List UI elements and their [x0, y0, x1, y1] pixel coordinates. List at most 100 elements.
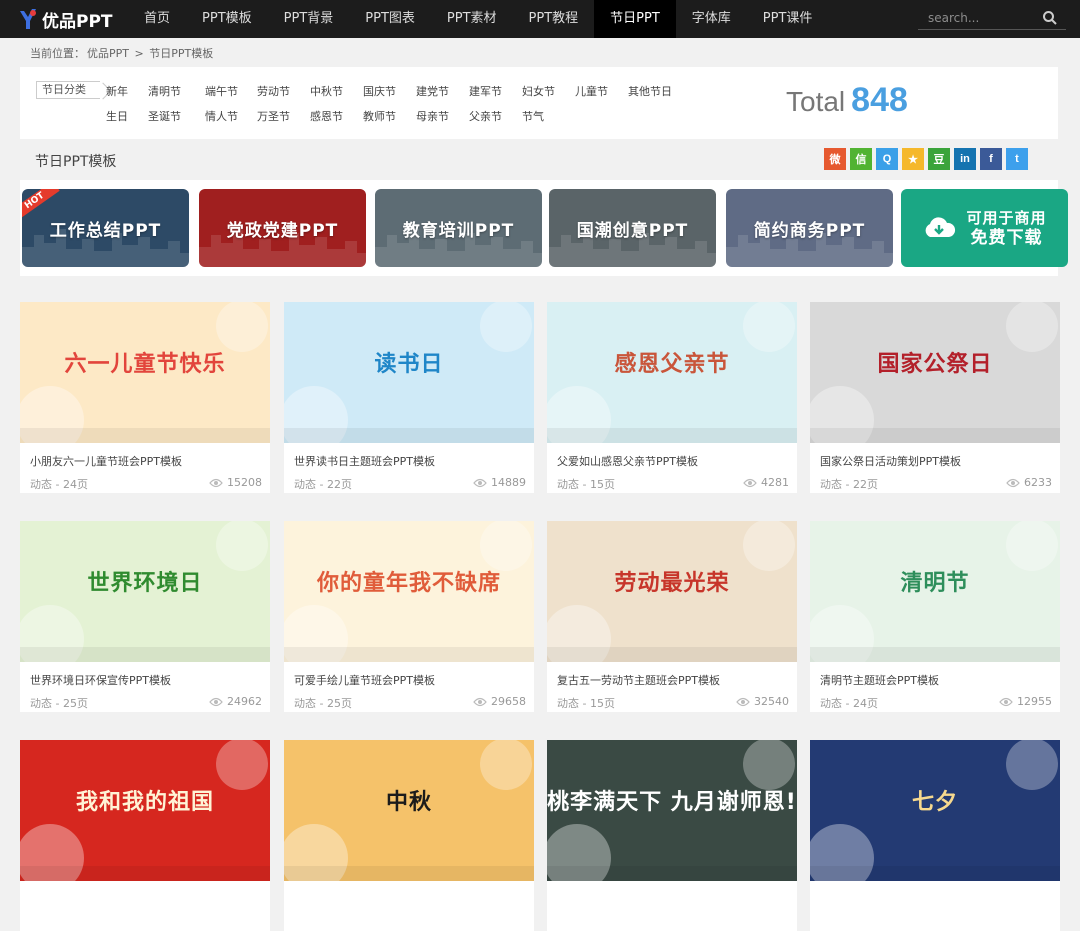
category-link[interactable]: 端午节 — [205, 83, 257, 99]
category-banner[interactable]: 国潮创意PPT — [549, 189, 716, 267]
category-link[interactable]: 节气 — [522, 108, 575, 124]
banner-label: 教育培训PPT — [402, 220, 515, 241]
qq-icon[interactable]: Q — [876, 148, 898, 170]
twitter-icon[interactable]: t — [1006, 148, 1028, 170]
template-title[interactable]: 可爱手绘儿童节班会PPT模板 — [294, 672, 435, 688]
template-title[interactable]: 世界环境日环保宣传PPT模板 — [30, 672, 171, 688]
category-link[interactable]: 万圣节 — [257, 108, 310, 124]
eye-icon — [209, 697, 223, 706]
template-meta: 动态 - 22页 — [294, 478, 352, 491]
template-meta: 动态 - 24页 — [30, 478, 88, 491]
template-thumbnail[interactable]: 我和我的祖国 — [20, 740, 270, 881]
category-link[interactable]: 建军节 — [469, 83, 522, 99]
template-thumbnail[interactable]: 清明节 — [810, 521, 1060, 662]
view-count-value: 6233 — [1024, 476, 1052, 489]
nav-item[interactable]: PPT课件 — [747, 0, 829, 38]
banner-label: 党政党建PPT — [226, 220, 339, 241]
view-count-value: 4281 — [761, 476, 789, 489]
view-count: 12955 — [999, 695, 1052, 708]
template-title[interactable]: 复古五一劳动节主题班会PPT模板 — [557, 672, 720, 688]
template-thumbnail[interactable]: 中秋 — [284, 740, 534, 881]
template-card[interactable]: 七夕 — [810, 740, 1060, 931]
category-banner[interactable]: 党政党建PPT — [199, 189, 366, 267]
template-thumbnail[interactable]: 六一儿童节快乐 — [20, 302, 270, 443]
template-title[interactable]: 国家公祭日活动策划PPT模板 — [820, 453, 961, 469]
template-meta: 动态 - 15页 — [557, 697, 615, 710]
template-card[interactable]: 劳动最光荣 复古五一劳动节主题班会PPT模板 动态 - 15页 32540 — [547, 521, 797, 712]
total-label: Total — [786, 86, 846, 117]
thumbnail-title: 感恩父亲节 — [614, 352, 730, 377]
category-link[interactable]: 母亲节 — [416, 108, 469, 124]
weibo-icon[interactable]: 微 — [824, 148, 846, 170]
template-card[interactable]: 国家公祭日 国家公祭日活动策划PPT模板 动态 - 22页 6233 — [810, 302, 1060, 493]
template-card[interactable]: 你的童年我不缺席 可爱手绘儿童节班会PPT模板 动态 - 25页 29658 — [284, 521, 534, 712]
category-link[interactable]: 生日 — [106, 108, 148, 124]
category-link[interactable]: 教师节 — [363, 108, 416, 124]
nav-item[interactable]: 节日PPT — [594, 0, 676, 38]
category-link[interactable]: 劳动节 — [257, 83, 310, 99]
nav-item[interactable]: 字体库 — [676, 0, 747, 38]
category-link[interactable]: 中秋节 — [310, 83, 363, 99]
nav-item[interactable]: PPT背景 — [268, 0, 350, 38]
view-count-value: 29658 — [491, 695, 526, 708]
category-banner[interactable]: 可用于商用 免费下载 — [901, 189, 1068, 267]
template-thumbnail[interactable]: 世界环境日 — [20, 521, 270, 662]
category-link[interactable]: 其他节日 — [628, 83, 681, 99]
search-input[interactable] — [918, 10, 1036, 25]
template-thumbnail[interactable]: 你的童年我不缺席 — [284, 521, 534, 662]
template-thumbnail[interactable]: 国家公祭日 — [810, 302, 1060, 443]
breadcrumb-home-link[interactable]: 优品PPT — [87, 47, 129, 60]
view-count: 24962 — [209, 695, 262, 708]
template-thumbnail[interactable]: 读书日 — [284, 302, 534, 443]
template-thumbnail[interactable]: 感恩父亲节 — [547, 302, 797, 443]
template-card[interactable]: 清明节 清明节主题班会PPT模板 动态 - 24页 12955 — [810, 521, 1060, 712]
category-link[interactable]: 情人节 — [205, 108, 257, 124]
category-banner[interactable]: 简约商务PPT — [726, 189, 893, 267]
search-icon[interactable] — [1042, 10, 1058, 26]
category-link[interactable]: 妇女节 — [522, 83, 575, 99]
category-link[interactable]: 建党节 — [416, 83, 469, 99]
template-card[interactable]: 中秋 — [284, 740, 534, 931]
category-link[interactable]: 圣诞节 — [148, 108, 205, 124]
total-count: Total 848 — [786, 81, 908, 120]
template-card[interactable]: 读书日 世界读书日主题班会PPT模板 动态 - 22页 14889 — [284, 302, 534, 493]
site-logo[interactable]: 优品PPT — [0, 0, 128, 38]
search-box — [918, 6, 1066, 30]
nav-item[interactable]: 首页 — [128, 0, 186, 38]
template-card[interactable]: 感恩父亲节 父爱如山感恩父亲节PPT模板 动态 - 15页 4281 — [547, 302, 797, 493]
template-title[interactable]: 父爱如山感恩父亲节PPT模板 — [557, 453, 698, 469]
category-link[interactable]: 父亲节 — [469, 108, 522, 124]
breadcrumb-prefix: 当前位置： — [30, 47, 85, 60]
eye-icon — [209, 478, 223, 487]
template-card[interactable]: 桃李满天下 九月谢师恩! — [547, 740, 797, 931]
template-title[interactable]: 小朋友六一儿童节班会PPT模板 — [30, 453, 182, 469]
template-thumbnail[interactable]: 七夕 — [810, 740, 1060, 881]
category-banner[interactable]: HOT 工作总结PPT — [22, 189, 189, 267]
linkedin-icon[interactable]: in — [954, 148, 976, 170]
template-card[interactable]: 六一儿童节快乐 小朋友六一儿童节班会PPT模板 动态 - 24页 15208 — [20, 302, 270, 493]
template-card[interactable]: 我和我的祖国 — [20, 740, 270, 931]
nav-item[interactable]: PPT素材 — [431, 0, 513, 38]
thumbnail-title: 国家公祭日 — [877, 352, 993, 377]
facebook-icon[interactable]: f — [980, 148, 1002, 170]
category-link[interactable]: 国庆节 — [363, 83, 416, 99]
template-card[interactable]: 世界环境日 世界环境日环保宣传PPT模板 动态 - 25页 24962 — [20, 521, 270, 712]
template-title[interactable]: 世界读书日主题班会PPT模板 — [294, 453, 435, 469]
nav-item[interactable]: PPT模板 — [186, 0, 268, 38]
category-banner[interactable]: 教育培训PPT — [375, 189, 542, 267]
douban-icon[interactable]: 豆 — [928, 148, 950, 170]
category-link[interactable]: 感恩节 — [310, 108, 363, 124]
category-link[interactable]: 儿童节 — [575, 83, 628, 99]
nav-item[interactable]: PPT图表 — [349, 0, 431, 38]
category-row-2: 生日 圣诞节 情人节 万圣节 感恩节 教师节 母亲节 父亲节 节气 — [106, 108, 575, 124]
logo-text: 优品PPT — [42, 11, 113, 32]
wechat-icon[interactable]: 信 — [850, 148, 872, 170]
category-link[interactable]: 新年 — [106, 83, 148, 99]
template-thumbnail[interactable]: 劳动最光荣 — [547, 521, 797, 662]
qzone-icon[interactable]: ★ — [902, 148, 924, 170]
nav-item[interactable]: PPT教程 — [513, 0, 595, 38]
category-link[interactable]: 清明节 — [148, 83, 205, 99]
template-title[interactable]: 清明节主题班会PPT模板 — [820, 672, 939, 688]
banner-label-line1: 可用于商用 — [966, 209, 1047, 227]
template-thumbnail[interactable]: 桃李满天下 九月谢师恩! — [547, 740, 797, 881]
